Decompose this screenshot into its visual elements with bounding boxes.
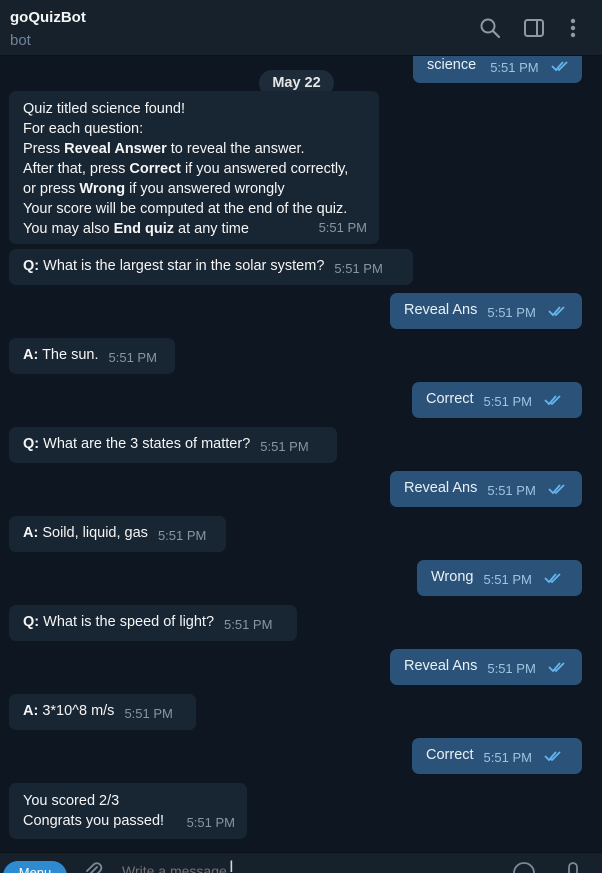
message-text: Reveal Ans xyxy=(404,302,478,318)
message-prefix: A: xyxy=(23,347,39,363)
message-line: or press Wrong if you answered wrongly xyxy=(23,181,285,197)
message-time: 5:51 PM xyxy=(124,706,173,721)
double-check-icon xyxy=(548,303,568,323)
message-time: 5:51 PM xyxy=(108,350,157,365)
message-prefix: Q: xyxy=(23,614,40,630)
text-cursor-icon: Ι xyxy=(229,857,234,873)
message-text: 3*10^8 m/s xyxy=(38,703,115,719)
microphone-icon[interactable] xyxy=(563,861,583,873)
message-time: 5:51 PM xyxy=(483,750,532,765)
outgoing-message[interactable]: Wrong 5:51 PM xyxy=(417,560,582,596)
message-line: Your score will be computed at the end o… xyxy=(23,201,348,217)
message-prefix: A: xyxy=(23,703,39,719)
message-prefix: Q: xyxy=(23,258,40,274)
double-check-icon xyxy=(548,659,568,679)
incoming-message[interactable]: A: The sun. 5:51 PM xyxy=(9,338,175,374)
message-time: 5:51 PM xyxy=(260,439,309,454)
outgoing-message[interactable]: Reveal Ans 5:51 PM xyxy=(390,293,582,329)
message-time: 5:51 PM xyxy=(483,394,532,409)
message-line: After that, press Correct if you answere… xyxy=(23,161,349,177)
attach-icon[interactable] xyxy=(82,861,104,873)
message-text: Reveal Ans xyxy=(404,480,478,496)
message-composer: Menu xyxy=(0,852,602,873)
message-time: 5:51 PM xyxy=(224,617,273,632)
chat-subtitle: bot xyxy=(10,32,31,49)
double-check-icon xyxy=(544,748,564,768)
emoji-icon[interactable] xyxy=(512,861,536,873)
outgoing-message[interactable]: Reveal Ans 5:51 PM xyxy=(390,471,582,507)
message-text: science xyxy=(427,57,477,73)
message-text: What is the largest star in the solar sy… xyxy=(39,258,325,274)
message-prefix: Q: xyxy=(23,436,40,452)
incoming-message[interactable]: You scored 2/3 Congrats you passed! 5:51… xyxy=(9,783,247,839)
message-text: Reveal Ans xyxy=(404,658,478,674)
chat-title[interactable]: goQuizBot xyxy=(10,9,86,26)
outgoing-message[interactable]: Correct 5:51 PM xyxy=(412,382,582,418)
message-input[interactable] xyxy=(122,863,482,873)
incoming-message[interactable]: Q: What is the largest star in the solar… xyxy=(9,249,413,285)
incoming-message[interactable]: Quiz titled science found! For each ques… xyxy=(9,91,379,244)
outgoing-message[interactable]: Reveal Ans 5:51 PM xyxy=(390,649,582,685)
message-time: 5:51 PM xyxy=(483,572,532,587)
double-check-icon xyxy=(551,58,571,78)
message-text: Correct xyxy=(426,391,474,407)
message-time: 5:51 PM xyxy=(490,60,539,75)
message-time: 5:51 PM xyxy=(157,528,207,543)
score-text: You scored 2/3 xyxy=(23,793,120,809)
message-time: 5:51 PM xyxy=(318,220,367,235)
more-vertical-icon[interactable] xyxy=(561,16,585,40)
message-prefix: A: xyxy=(23,525,39,541)
double-check-icon xyxy=(548,481,568,501)
message-line: You may also End quiz at any time xyxy=(23,221,249,237)
message-time: 5:51 PM xyxy=(487,661,536,676)
search-icon[interactable] xyxy=(478,16,502,40)
message-time: 5:51 PM xyxy=(186,815,235,830)
incoming-message[interactable]: A: 3*10^8 m/s 5:51 PM xyxy=(9,694,196,730)
message-list[interactable]: science 5:51 PM May 22 Quiz titled scien… xyxy=(0,56,602,852)
message-time: 5:51 PM xyxy=(487,483,536,498)
message-text: Soild, liquid, gas xyxy=(38,525,148,541)
message-text: What is the speed of light? xyxy=(39,614,215,630)
incoming-message[interactable]: Q: What are the 3 states of matter? 5:51 … xyxy=(9,427,337,463)
double-check-icon xyxy=(544,570,564,590)
incoming-message[interactable]: Q: What is the speed of light? 5:51 PM xyxy=(9,605,297,641)
menu-button[interactable]: Menu xyxy=(3,861,67,873)
message-text: What are the 3 states of matter? xyxy=(39,436,251,452)
outgoing-message[interactable]: Correct 5:51 PM xyxy=(412,738,582,774)
sidebar-panel-icon[interactable] xyxy=(522,16,546,40)
message-text: Correct xyxy=(426,747,474,763)
message-time: 5:51 PM xyxy=(487,305,536,320)
message-line: For each question: xyxy=(23,121,144,137)
message-line: Press Reveal Answer to reveal the answer… xyxy=(23,141,305,157)
message-line: Quiz titled science found! xyxy=(23,101,186,117)
incoming-message[interactable]: A: Soild, liquid, gas 5:51 PM xyxy=(9,516,226,552)
chat-header: goQuizBot bot xyxy=(0,0,602,56)
outgoing-message[interactable]: science 5:51 PM xyxy=(413,56,582,83)
message-text: The sun. xyxy=(38,347,99,363)
message-time: 5:51 PM xyxy=(334,261,383,276)
double-check-icon xyxy=(544,392,564,412)
message-text: Wrong xyxy=(431,569,474,585)
